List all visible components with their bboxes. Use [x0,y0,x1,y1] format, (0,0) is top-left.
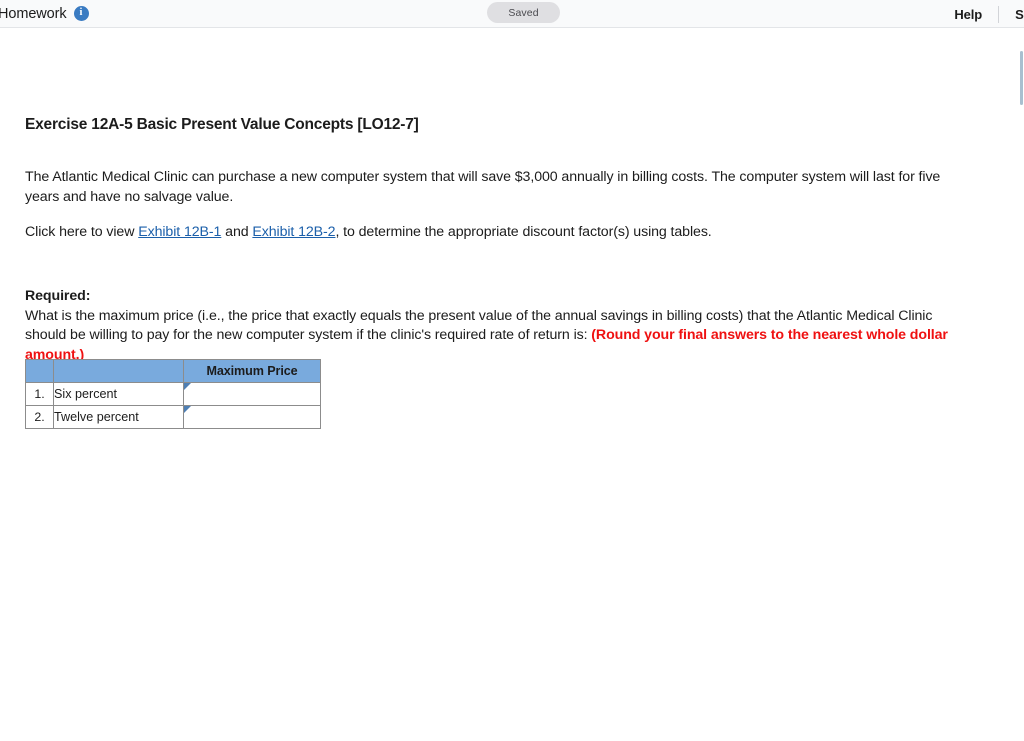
status-badge: Saved [487,2,560,23]
table-header-row: Maximum Price [26,360,321,383]
table-row: 1. Six percent [26,383,321,406]
exercise-intro-paragraph: The Atlantic Medical Clinic can purchase… [25,168,977,207]
required-section: Required:What is the maximum price (i.e.… [25,287,977,365]
max-price-input-cell-1[interactable] [184,383,321,406]
scrollbar-thumb[interactable] [1020,51,1023,105]
max-price-input-six-percent[interactable] [184,383,320,405]
answer-table: Maximum Price 1. Six percent 2. Twelve p… [25,359,321,429]
row-label-twelve-percent: Twelve percent [54,406,184,429]
header-blank-label [54,360,184,383]
row-number-2: 2. [26,406,54,429]
vertical-scrollbar[interactable] [1014,29,1024,741]
max-price-input-twelve-percent[interactable] [184,406,320,428]
header-maximum-price: Maximum Price [184,360,321,383]
click-here-prefix: Click here to view [25,224,138,240]
help-button[interactable]: Help [938,7,998,22]
top-bar: Homework i Saved Help Sav [0,0,1024,28]
page-title: Homework [0,6,67,22]
click-here-middle: and [221,224,252,240]
exercise-title: Exercise 12A-5 Basic Present Value Conce… [25,116,419,134]
answer-table-body: 1. Six percent 2. Twelve percent [26,383,321,429]
click-here-suffix: , to determine the appropriate discount … [335,224,711,240]
max-price-input-cell-2[interactable] [184,406,321,429]
exhibit-12b-1-link[interactable]: Exhibit 12B-1 [138,224,221,240]
top-bar-left-group: Homework i [0,6,89,22]
row-number-1: 1. [26,383,54,406]
table-row: 2. Twelve percent [26,406,321,429]
save-button[interactable]: Sav [999,7,1024,22]
row-label-six-percent: Six percent [54,383,184,406]
exhibit-links-paragraph: Click here to view Exhibit 12B-1 and Exh… [25,223,977,243]
exhibit-12b-2-link[interactable]: Exhibit 12B-2 [252,224,335,240]
required-label: Required: [25,288,90,304]
top-bar-right-group: Help Sav [938,0,1024,28]
header-blank-number [26,360,54,383]
info-icon[interactable]: i [74,6,89,21]
